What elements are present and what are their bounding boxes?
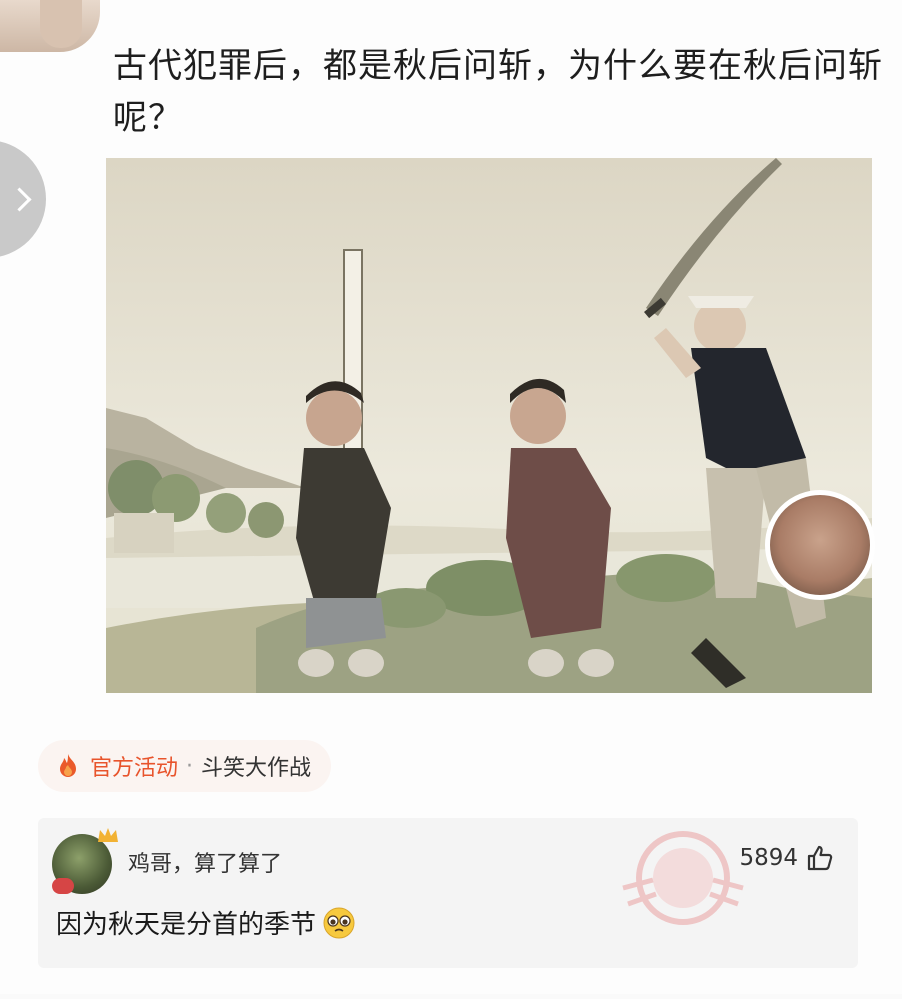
comment-body: 因为秋天是分首的季节: [56, 904, 356, 941]
chevron-right-icon: [7, 186, 32, 212]
thumbs-up-icon[interactable]: [806, 844, 834, 872]
hot-comment-stamp-icon: [622, 831, 744, 925]
post-image[interactable]: [106, 158, 872, 693]
fire-icon: [60, 754, 76, 777]
activity-separator: ·: [186, 753, 194, 779]
comment-username[interactable]: 鸡哥，算了算了: [128, 846, 282, 878]
page-bottom-edge: [0, 994, 902, 999]
user-level-badge: [52, 878, 74, 894]
hot-comment-card[interactable]: 鸡哥，算了算了 5894 因为秋天是分首的季节: [38, 818, 858, 968]
side-expand-button[interactable]: [0, 140, 46, 258]
like-count: 5894: [739, 845, 798, 871]
post-title: 古代犯罪后，都是秋后问斩，为什么要在秋后问斩呢？: [113, 46, 883, 138]
activity-label: 官方活动: [90, 756, 179, 781]
post-page: 古代犯罪后，都是秋后问斩，为什么要在秋后问斩呢？ 官方活动 · 斗笑大作战 鸡哥…: [0, 0, 902, 999]
commenter-face-avatar: [765, 490, 875, 600]
avatar-face: [40, 0, 82, 48]
like-control[interactable]: 5894: [739, 844, 834, 872]
comment-user-avatar[interactable]: [52, 828, 118, 894]
comment-text: 因为秋天是分首的季节: [56, 910, 317, 940]
crown-icon: [98, 828, 118, 842]
pleading-face-emoji-icon: [323, 907, 355, 938]
official-activity-tag[interactable]: 官方活动 · 斗笑大作战: [38, 740, 332, 792]
execution-painting-illustration: [106, 158, 872, 693]
poster-avatar[interactable]: [0, 0, 100, 52]
activity-name: 斗笑大作战: [201, 756, 312, 781]
